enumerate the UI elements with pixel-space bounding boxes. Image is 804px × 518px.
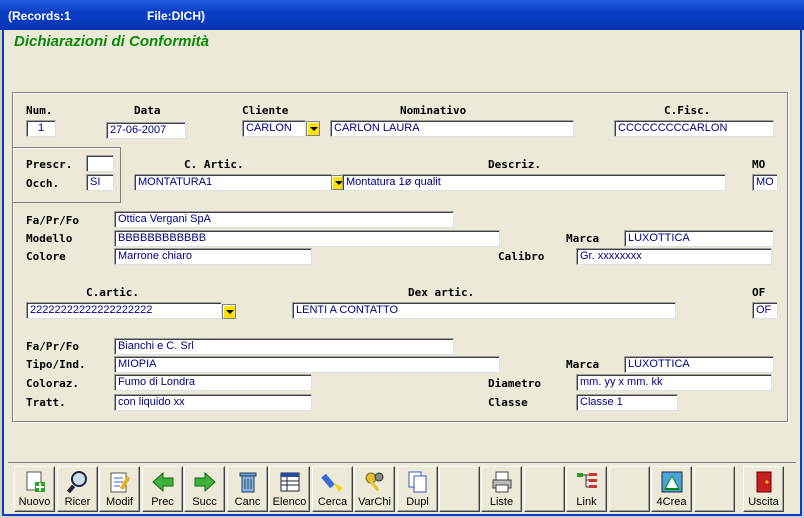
exit-door-icon — [756, 471, 772, 493]
records-count: (Records:1 — [8, 9, 71, 23]
arrow-right-icon — [194, 471, 216, 493]
descr-field[interactable]: Montatura 1ø qualit — [342, 174, 726, 191]
link-button[interactable]: Link — [566, 466, 607, 512]
marca1-label: Marca — [566, 232, 600, 245]
cfisc-field[interactable]: CCCCCCCCCARLON — [614, 120, 774, 137]
modello-field[interactable]: BBBBBBBBBBBB — [114, 230, 500, 247]
diametro-label: Diametro — [488, 377, 541, 390]
classe-field[interactable]: Classe 1 — [576, 394, 678, 411]
tratt-field[interactable]: con liquido xx — [114, 394, 312, 411]
marca1-field[interactable]: LUXOTTICA — [624, 230, 774, 247]
empty-button-2[interactable] — [524, 466, 565, 512]
mo-field[interactable]: MO — [752, 174, 778, 191]
fa1-label: Fa/Pr/Fo — [26, 214, 79, 227]
of-field[interactable]: OF — [752, 302, 778, 319]
of-label: OF — [752, 286, 766, 299]
empty-button-4[interactable] — [694, 466, 735, 512]
coloraz-label: Coloraz. — [26, 377, 79, 390]
tipo-field[interactable]: MIOPIA — [114, 356, 500, 373]
fa1-field[interactable]: Ottica Vergani SpA — [114, 211, 454, 228]
canc-button[interactable]: Canc — [227, 466, 268, 512]
varchi-button[interactable]: VarChi — [354, 466, 395, 512]
num-label: Num. — [26, 104, 53, 117]
create-icon — [661, 471, 683, 493]
modello-label: Modello — [26, 232, 73, 245]
data-field[interactable]: 27-06-2007 — [106, 122, 186, 139]
cliente-label: Cliente — [242, 104, 289, 117]
fa2-field[interactable]: Bianchi e C. Srl — [114, 338, 454, 355]
link-tree-icon — [577, 473, 597, 488]
marca2-label: Marca — [566, 358, 600, 371]
title-bar: (Records:1 File:DICH) — [0, 0, 804, 30]
fa2-label: Fa/Pr/Fo — [26, 340, 79, 353]
prescr-field[interactable] — [86, 155, 114, 172]
liste-button[interactable]: Liste — [481, 466, 522, 512]
occh-label: Occh. — [26, 177, 60, 190]
dex-field[interactable]: LENTI A CONTATTO — [292, 302, 676, 319]
data-label: Data — [134, 104, 161, 117]
occh-field[interactable]: SI — [86, 174, 114, 191]
nominativo-field[interactable]: CARLON LAURA — [330, 120, 574, 137]
descr-label: Descriz. — [488, 158, 541, 171]
nominativo-label: Nominativo — [400, 104, 467, 117]
cerca-button[interactable]: Cerca — [312, 466, 353, 512]
uscita-button[interactable]: Uscita — [743, 466, 784, 512]
nuovo-button[interactable]: Nuovo — [14, 466, 55, 512]
tratt-label: Tratt. — [26, 396, 66, 409]
search-icon — [66, 471, 87, 494]
tipo-label: Tipo/Ind. — [26, 358, 86, 371]
carti1-label: C. Artic. — [184, 158, 244, 171]
carti2-dropdown-button[interactable] — [222, 304, 236, 319]
crea-button[interactable]: 4Crea — [651, 466, 692, 512]
calibro-label: Calibro — [498, 250, 545, 263]
carti1-field[interactable]: MONTATURA1 — [134, 174, 332, 191]
file-name: File:DICH) — [147, 9, 205, 23]
trash-icon — [239, 472, 257, 493]
empty-button-1[interactable] — [439, 466, 480, 512]
cliente-field[interactable]: CARLON — [242, 120, 306, 137]
modif-button[interactable]: Modif — [99, 466, 140, 512]
marca2-field[interactable]: LUXOTTICA — [624, 356, 774, 373]
prec-button[interactable]: Prec — [142, 466, 183, 512]
dex-label: Dex artic. — [408, 286, 475, 299]
dupl-button[interactable]: Dupl — [397, 466, 438, 512]
carti2-label: C.artic. — [86, 286, 139, 299]
cfisc-label: C.Fisc. — [664, 104, 711, 117]
elenco-button[interactable]: Elenco — [269, 466, 310, 512]
colore-field[interactable]: Marrone chiaro — [114, 248, 312, 265]
carti2-field[interactable]: 22222222222222222222 — [26, 302, 222, 319]
ricer-button[interactable]: Ricer — [57, 466, 98, 512]
page-title: Dichiarazioni di Conformità — [14, 33, 210, 50]
arrow-left-icon — [152, 471, 174, 493]
list-icon — [280, 472, 300, 492]
printer-icon — [492, 471, 512, 493]
empty-button-3[interactable] — [609, 466, 650, 512]
flashlight-icon — [321, 473, 343, 492]
prescr-label: Prescr. — [26, 158, 73, 171]
diametro-field[interactable]: mm. yy x mm. kk — [576, 374, 772, 391]
cliente-dropdown-button[interactable] — [306, 121, 320, 136]
new-document-icon — [26, 471, 45, 492]
colore-label: Colore — [26, 250, 66, 263]
keys-icon — [365, 472, 384, 492]
succ-button[interactable]: Succ — [184, 466, 225, 512]
classe-label: Classe — [488, 396, 528, 409]
duplicate-icon — [408, 471, 427, 493]
calibro-field[interactable]: Gr. xxxxxxxx — [576, 248, 772, 265]
num-field[interactable]: 1 — [26, 120, 56, 137]
mo-label: MO — [752, 158, 766, 171]
edit-document-icon — [110, 472, 131, 493]
coloraz-field[interactable]: Fumo di Londra — [114, 374, 312, 391]
